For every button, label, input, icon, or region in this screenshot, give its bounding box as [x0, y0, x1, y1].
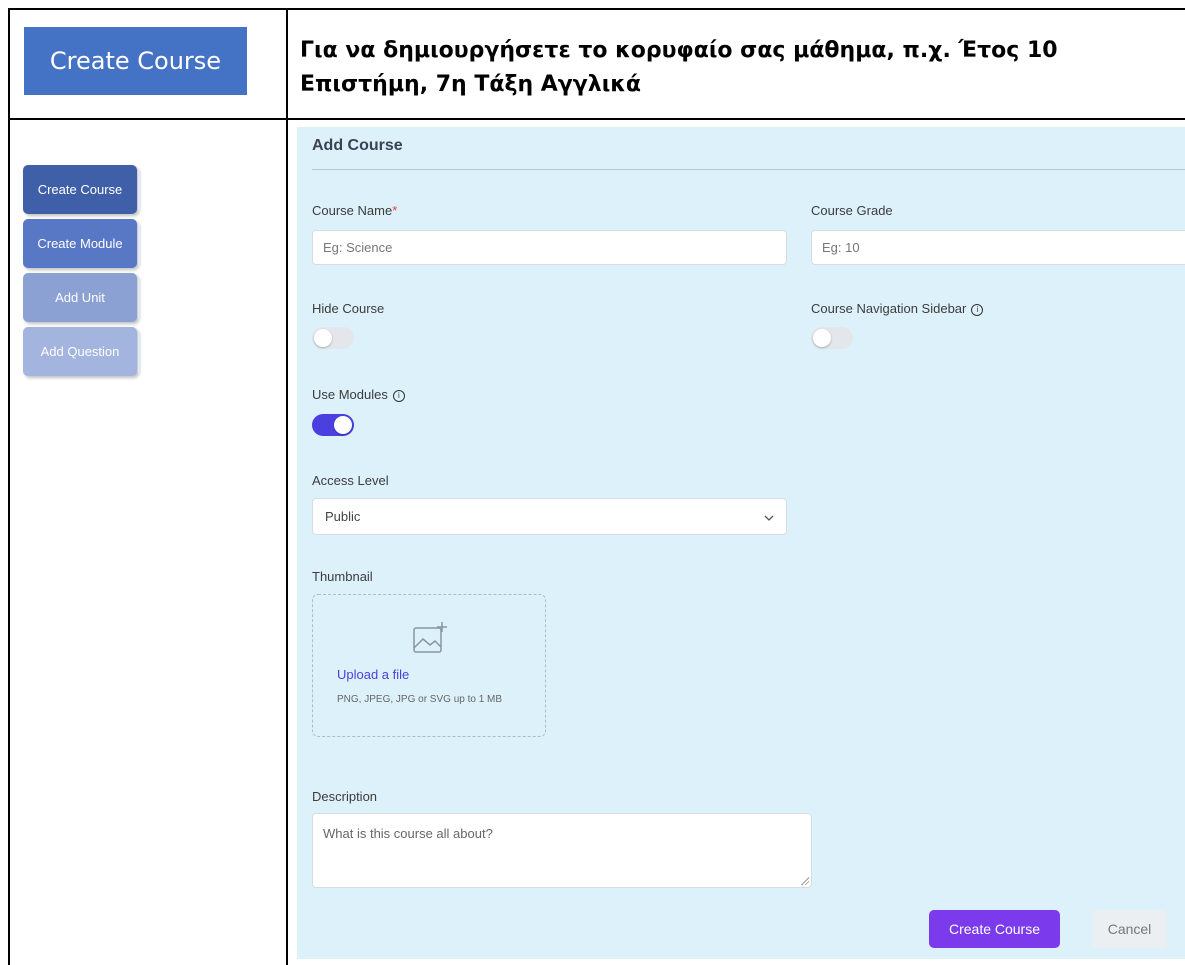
course-grade-label: Course Grade [811, 203, 893, 218]
required-mark: * [392, 203, 398, 218]
info-icon[interactable]: i [392, 389, 405, 402]
chevron-down-icon [764, 509, 774, 524]
step-label: Create Course [37, 182, 123, 197]
toggle-knob [314, 329, 332, 347]
resize-handle[interactable] [801, 877, 809, 885]
table-border-top [8, 8, 1185, 10]
step-label: Add Unit [55, 290, 105, 305]
table-border-left [8, 8, 10, 965]
course-grade-input[interactable]: Eg: 10 [811, 230, 1185, 265]
hide-course-toggle[interactable] [312, 327, 354, 349]
access-level-value: Public [325, 509, 361, 524]
add-course-panel: Add Course Course Name* Eg: Science Cour… [297, 127, 1185, 959]
step-label: Add Question [40, 344, 120, 359]
access-level-label: Access Level [312, 473, 389, 488]
nav-sidebar-toggle[interactable] [811, 327, 853, 349]
use-modules-label: Use Modules i [312, 387, 405, 402]
cancel-button[interactable]: Cancel [1092, 910, 1167, 948]
upload-file-link[interactable]: Upload a file [337, 667, 409, 682]
thumbnail-dropzone[interactable]: Upload a file PNG, JPEG, JPG or SVG up t… [312, 594, 546, 737]
toggle-knob [334, 416, 352, 434]
step-label: Create Module [37, 236, 123, 251]
table-border-middle [8, 118, 1185, 120]
page-frame: Create Course Για να δημιουργήσετε το κο… [0, 0, 1185, 965]
panel-title: Add Course [312, 137, 403, 154]
toggle-knob [813, 329, 831, 347]
description-label: Description [312, 789, 378, 804]
use-modules-toggle[interactable] [312, 414, 354, 436]
course-name-label: Course Name* [312, 203, 398, 218]
image-add-icon [412, 621, 450, 660]
step-create-course[interactable]: Create Course [23, 165, 141, 214]
create-course-badge: Create Course [24, 27, 247, 95]
instruction-heading: Για να δημιουργήσετε το κορυφαίο σας μάθ… [300, 38, 1058, 97]
info-icon[interactable]: i [971, 303, 984, 316]
course-name-input[interactable]: Eg: Science [312, 230, 787, 265]
step-add-unit[interactable]: Add Unit [23, 273, 141, 322]
table-border-divider [286, 8, 288, 965]
title-divider [312, 169, 1185, 170]
create-course-button[interactable]: Create Course [929, 910, 1060, 948]
step-create-module[interactable]: Create Module [23, 219, 141, 268]
step-add-question[interactable]: Add Question [23, 327, 141, 376]
nav-sidebar-label: Course Navigation Sidebar i [811, 301, 984, 316]
thumbnail-label: Thumbnail [312, 569, 373, 584]
upload-hint: PNG, JPEG, JPG or SVG up to 1 MB [337, 694, 503, 705]
access-level-select[interactable]: Public [312, 498, 787, 535]
hide-course-label: Hide Course [312, 301, 385, 316]
description-textarea[interactable]: What is this course all about? [312, 813, 812, 888]
